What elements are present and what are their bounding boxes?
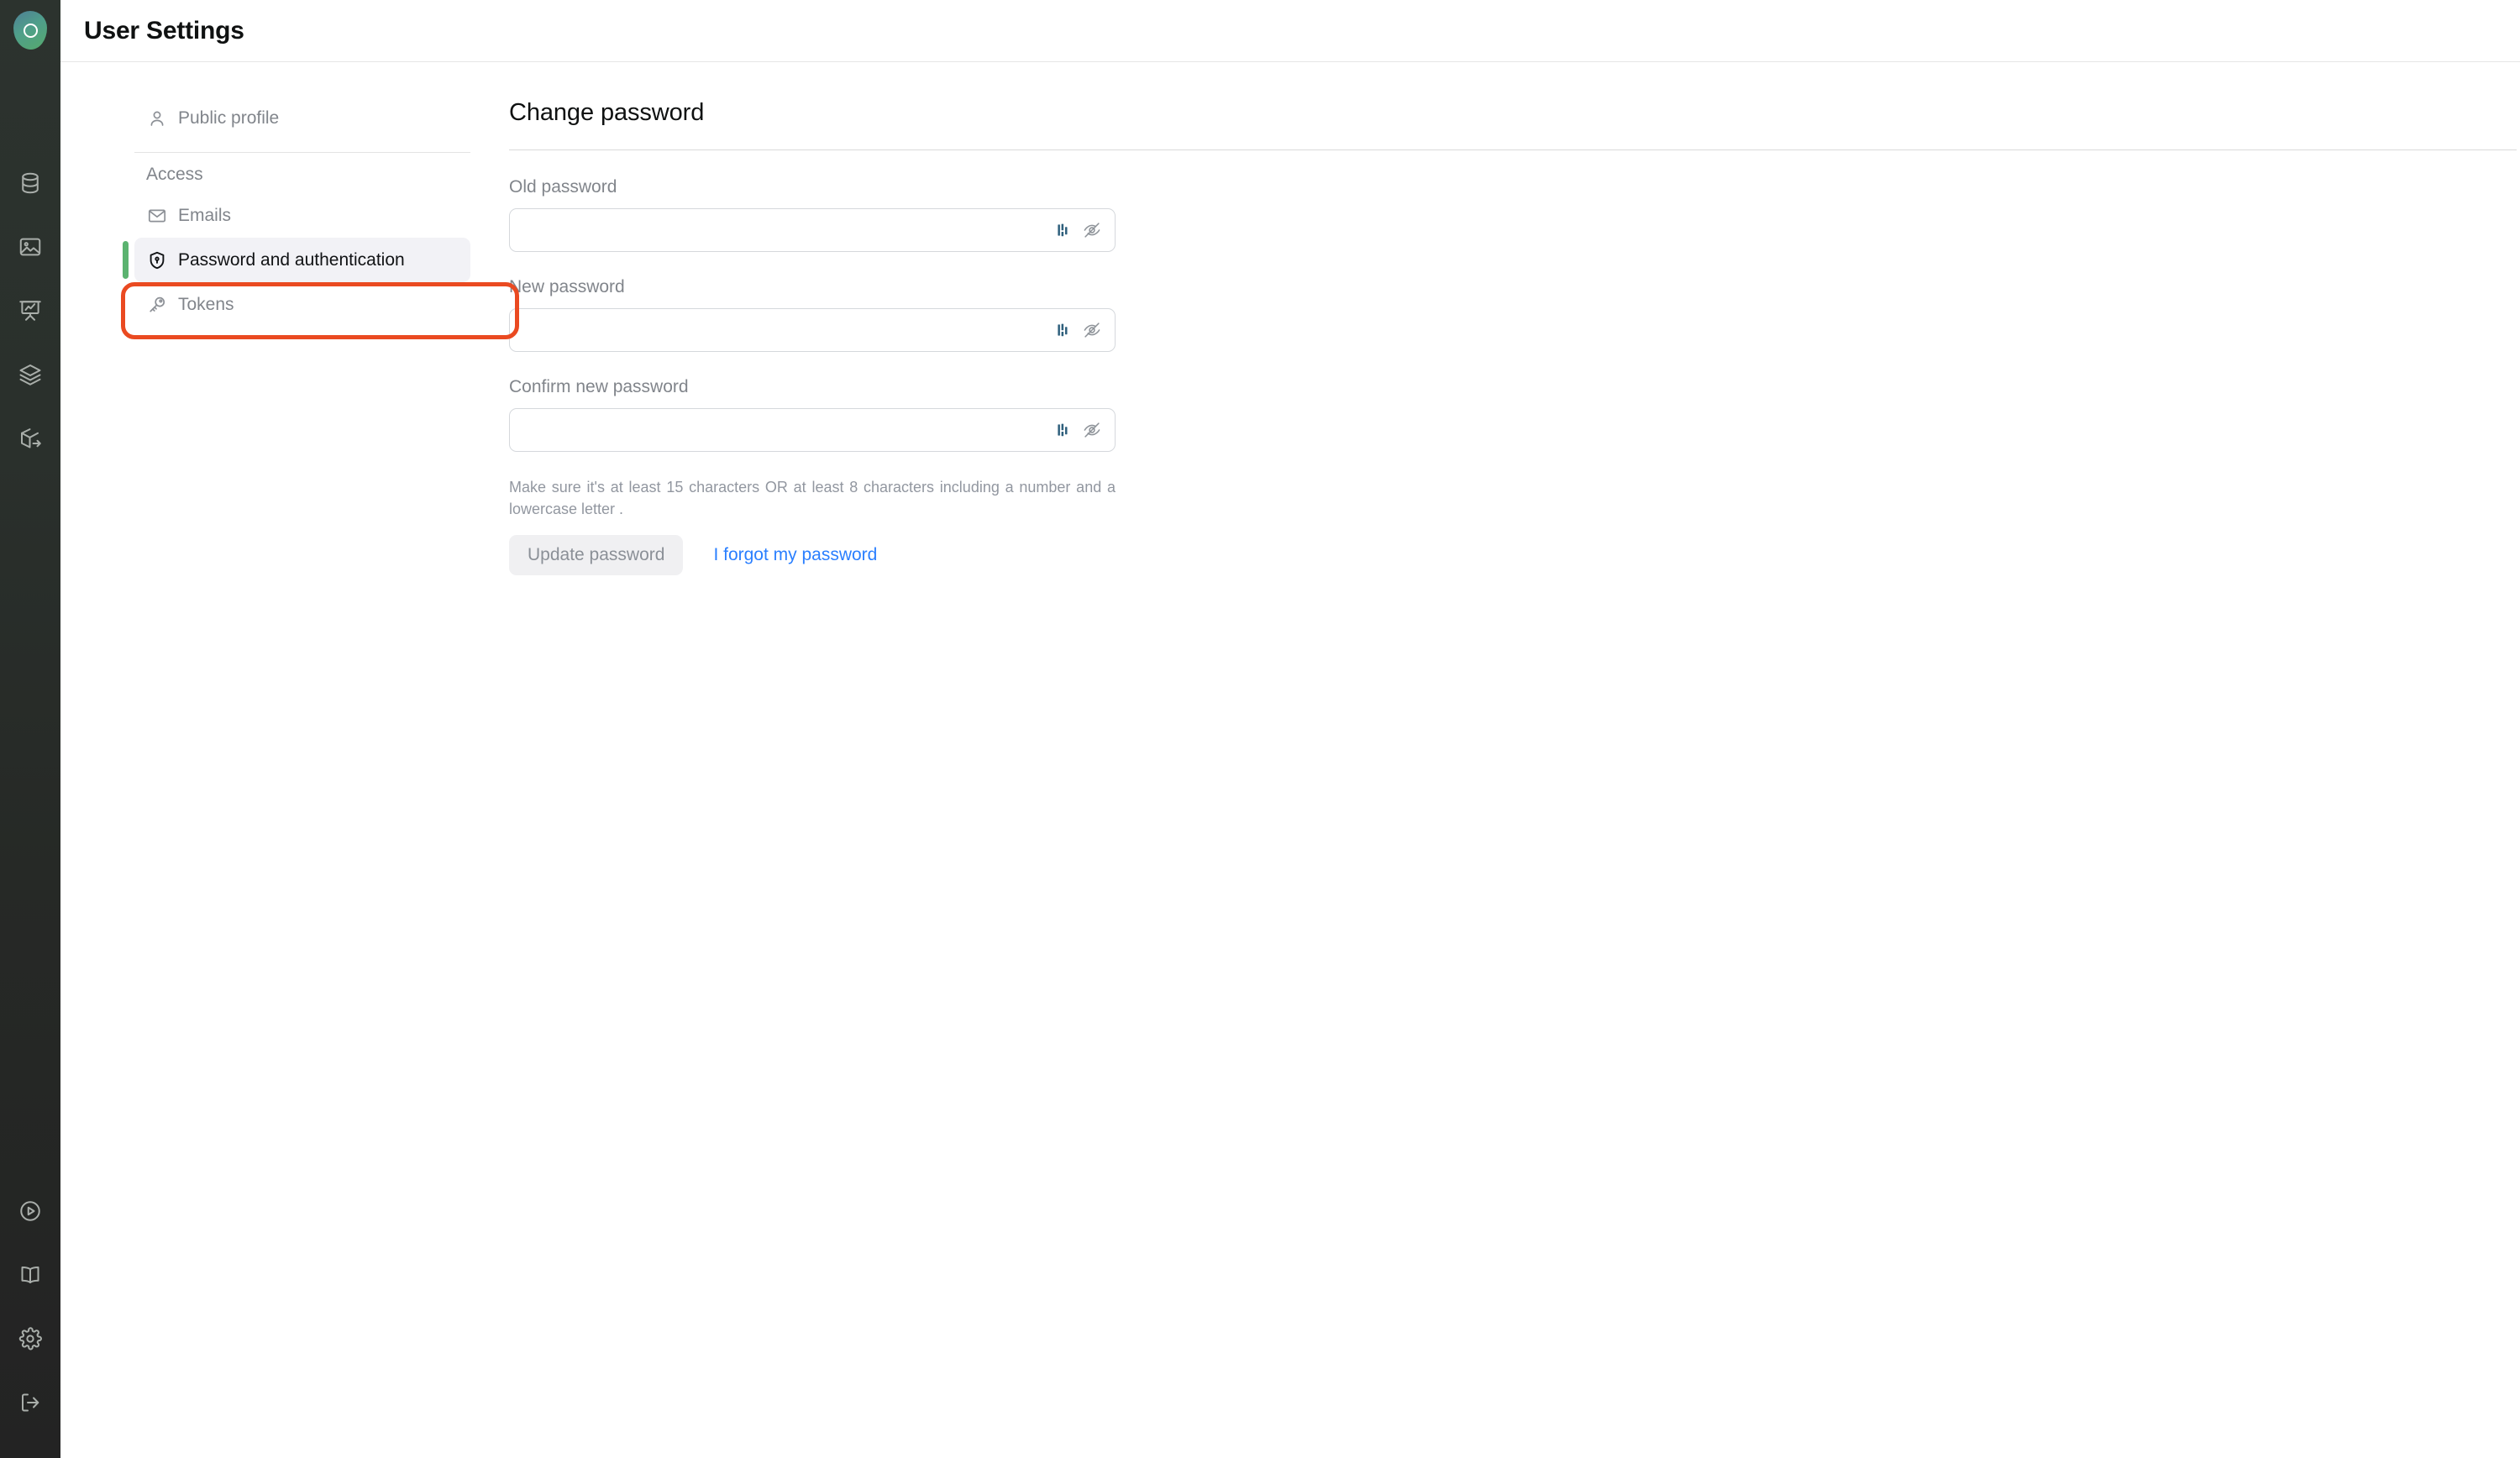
confirm-password-input-wrapper[interactable] (509, 408, 1116, 452)
settings-sidebar: Public profile Access Emails Password an… (60, 62, 519, 1458)
old-password-input[interactable] (510, 209, 1115, 251)
password-manager-bars-icon[interactable] (1056, 422, 1073, 438)
sidebar-item-label: Emails (178, 205, 232, 225)
user-icon (146, 108, 168, 129)
content-panel: Change password Old password New passwor… (497, 62, 2520, 1458)
section-rule (509, 149, 2517, 150)
password-manager-bars-icon[interactable] (1056, 322, 1073, 338)
new-password-input-wrapper[interactable] (509, 308, 1116, 352)
sidebar-item-label: Password and authentication (178, 249, 405, 270)
eye-off-icon[interactable] (1083, 221, 1101, 239)
field-label: Old password (509, 177, 617, 197)
old-password-input-wrapper[interactable] (509, 208, 1116, 252)
field-old-password: Old password (509, 177, 2496, 252)
rail-secondary-nav (0, 1179, 60, 1434)
forgot-password-link[interactable]: I forgot my password (713, 545, 877, 565)
section-title: Change password (509, 99, 705, 126)
rail-primary-nav (0, 151, 60, 470)
rail-item-deploy[interactable] (0, 406, 60, 470)
title-bar: User Settings (60, 0, 2520, 62)
sidebar-item-public-profile[interactable]: Public profile (134, 96, 470, 140)
presentation-chart-icon (18, 298, 43, 323)
field-label: Confirm new password (509, 377, 689, 396)
content-inner: Change password Old password New passwor… (497, 62, 2520, 576)
rail-item-layers[interactable] (0, 343, 60, 406)
book-open-icon (18, 1262, 43, 1288)
logout-icon (18, 1390, 43, 1415)
app-logo-blob-icon (13, 11, 47, 50)
shield-lock-icon (146, 249, 168, 271)
eye-off-icon[interactable] (1083, 421, 1101, 439)
rail-item-docs[interactable] (0, 1243, 60, 1307)
app-rail (0, 0, 60, 1458)
field-label: New password (509, 277, 625, 296)
sidebar-item-emails[interactable]: Emails (134, 193, 470, 238)
sidebar-item-label: Tokens (178, 294, 234, 314)
sidebar-item-tokens[interactable]: Tokens (134, 282, 470, 327)
sidebar-divider (134, 152, 470, 153)
page-body: Public profile Access Emails Password an… (60, 62, 2520, 1458)
rail-item-reports[interactable] (0, 279, 60, 343)
rail-item-images[interactable] (0, 215, 60, 279)
page-title: User Settings (84, 16, 244, 45)
new-password-input[interactable] (510, 309, 1115, 351)
database-icon (18, 170, 43, 196)
sidebar-item-password-and-authentication[interactable]: Password and authentication (123, 238, 470, 282)
update-password-button[interactable]: Update password (509, 535, 684, 576)
key-icon (146, 294, 168, 316)
mail-icon (146, 205, 168, 227)
sidebar-item-label: Public profile (178, 108, 280, 128)
rail-item-logout[interactable] (0, 1371, 60, 1434)
confirm-password-input[interactable] (510, 409, 1115, 451)
package-export-icon (18, 426, 43, 451)
user-settings-app: User Settings Public profile Access Emai… (0, 0, 2520, 1458)
eye-off-icon[interactable] (1083, 321, 1101, 339)
field-new-password: New password (509, 277, 2496, 352)
rail-item-database[interactable] (0, 151, 60, 215)
layers-icon (18, 362, 43, 387)
sidebar-section-label: Access (146, 165, 203, 184)
play-circle-icon (18, 1198, 43, 1224)
app-logo-ring-icon (23, 23, 38, 38)
main-column: User Settings Public profile Access Emai… (60, 0, 2520, 1458)
form-actions: Update password I forgot my password (509, 535, 2496, 576)
rail-item-run[interactable] (0, 1179, 60, 1243)
image-icon (18, 234, 43, 260)
rail-item-settings[interactable] (0, 1307, 60, 1371)
app-logo[interactable] (8, 8, 52, 52)
password-manager-bars-icon[interactable] (1056, 222, 1073, 239)
field-confirm-new-password: Confirm new password (509, 377, 2496, 452)
gear-icon (18, 1326, 43, 1351)
password-requirements-text: Make sure it's at least 15 characters OR… (509, 479, 1116, 517)
